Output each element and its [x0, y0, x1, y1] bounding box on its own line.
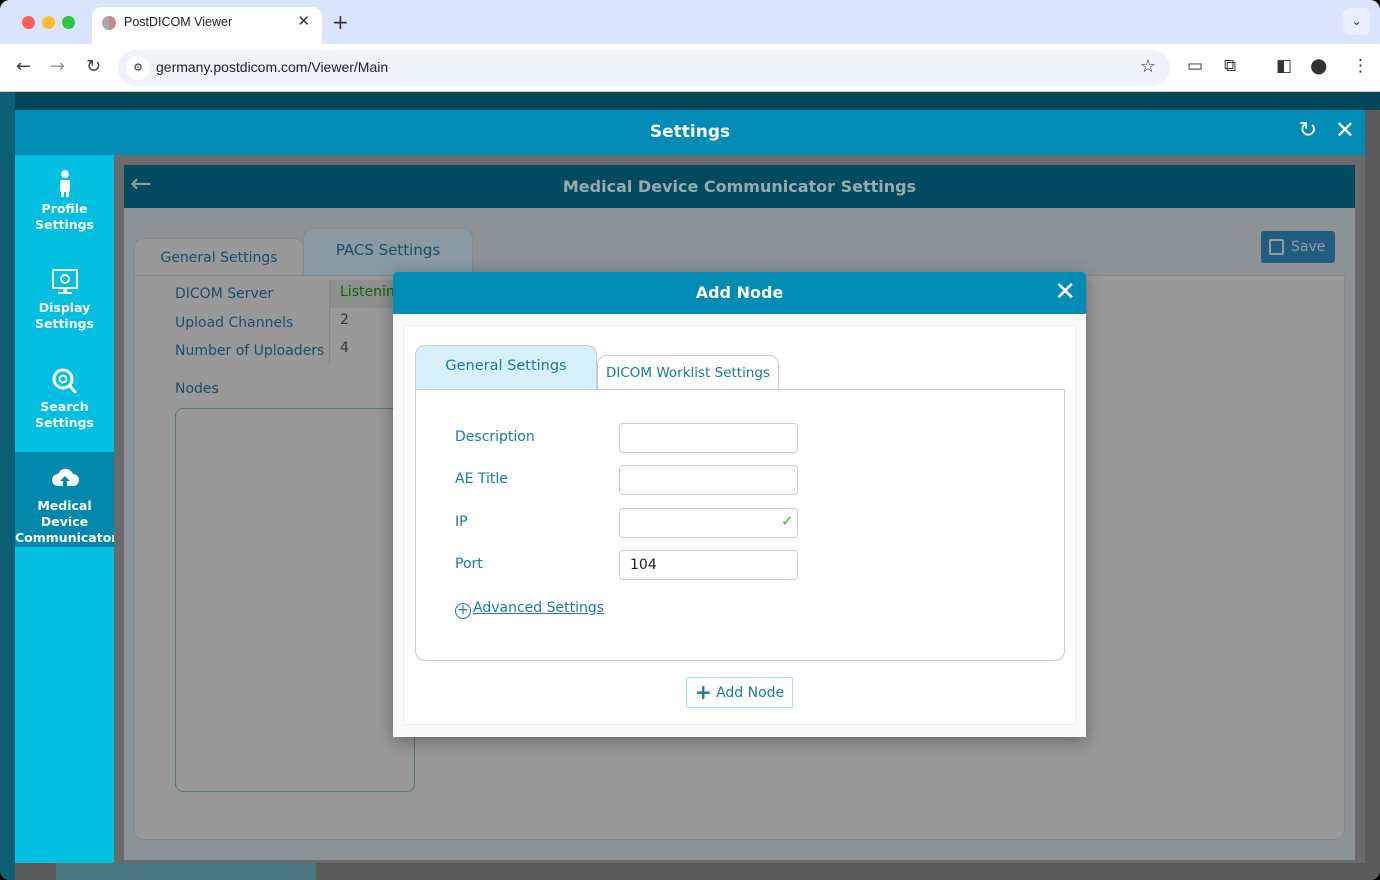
new-tab-button[interactable]: + [332, 10, 349, 34]
advanced-settings-link[interactable]: + Advanced Settings [455, 600, 604, 619]
dialog-header: Add Node ✕ [393, 272, 1086, 314]
sidebar-item-display[interactable]: Display Settings [15, 254, 114, 353]
dialog-title: Add Node [695, 283, 784, 302]
sidebar-label: Settings [34, 415, 94, 430]
sidebar-item-profile[interactable]: Profile Settings [15, 155, 114, 254]
description-label: Description [455, 429, 535, 445]
sidebar-label: Search [40, 399, 89, 414]
sidebar-label: Settings [34, 217, 94, 232]
browser-tab[interactable]: PostDICOM Viewer ✕ [92, 7, 322, 44]
plus-circle-icon: + [455, 603, 471, 619]
browser-toolbar: ← → ↻ ⚙ germany.postdicom.com/Viewer/Mai… [0, 44, 1380, 92]
sidebar-label: Medical Device [37, 498, 92, 529]
reload-icon[interactable]: ↻ [86, 56, 101, 77]
add-node-dialog: Add Node ✕ General Settings DICOM Workli… [393, 272, 1086, 737]
tab-dicom-worklist-settings[interactable]: DICOM Worklist Settings [597, 355, 779, 390]
save-label: Save [1291, 239, 1326, 255]
side-panel-icon[interactable]: ◧ [1276, 56, 1292, 76]
tab-title: PostDICOM Viewer [124, 15, 233, 29]
app-header-background [0, 92, 1380, 110]
tab-search-button[interactable]: ⌄ [1343, 8, 1370, 35]
sidebar-item-search[interactable]: Search Settings [15, 353, 114, 452]
valid-check-icon: ✓ [781, 512, 794, 530]
menu-icon[interactable]: ⋮ [1352, 56, 1369, 76]
reset-icon[interactable]: ↻ [1299, 118, 1317, 143]
ip-input[interactable] [619, 508, 798, 538]
tab-close-icon[interactable]: ✕ [297, 12, 310, 30]
uploaders-label: Number of Uploaders [175, 343, 325, 359]
close-window-button[interactable] [22, 16, 35, 29]
sidebar-label: Profile [41, 201, 88, 216]
sidebar-label: Settings [34, 316, 94, 331]
extensions-icon[interactable]: ⧉ [1224, 56, 1236, 76]
tab-general-settings[interactable]: General Settings [134, 238, 304, 276]
settings-sidebar: Profile Settings Display Settings Search… [15, 155, 118, 863]
settings-header: Settings ↻ ✕ [15, 110, 1365, 155]
dialog-close-icon[interactable]: ✕ [1054, 277, 1076, 307]
port-input[interactable] [619, 550, 798, 580]
bookmark-star-icon[interactable]: ☆ [1140, 56, 1156, 77]
sidebar-label: Communicator [15, 530, 118, 545]
description-input[interactable] [619, 423, 798, 453]
dicom-server-value: Listening [329, 280, 404, 308]
upload-channels-value[interactable]: 2 [329, 308, 399, 336]
floppy-disk-icon [1269, 239, 1284, 255]
nodes-list[interactable] [175, 408, 415, 792]
save-button[interactable]: Save [1261, 231, 1335, 263]
dicom-server-label: DICOM Server [175, 286, 274, 302]
minimize-window-button[interactable] [42, 16, 55, 29]
url-text[interactable]: germany.postdicom.com/Viewer/Main [156, 59, 388, 75]
person-icon [15, 169, 114, 201]
upload-channels-label: Upload Channels [175, 315, 294, 331]
plus-icon: + [694, 680, 712, 704]
maximize-window-button[interactable] [62, 16, 75, 29]
screenshot-icon[interactable]: ▭ [1187, 56, 1203, 76]
mdc-header: ← Medical Device Communicator Settings [124, 165, 1355, 208]
search-gear-icon [15, 367, 114, 399]
back-icon[interactable]: ← [16, 56, 31, 77]
dialog-body: General Settings DICOM Worklist Settings… [403, 325, 1076, 725]
tab-strip: PostDICOM Viewer ✕ + ⌄ [0, 0, 1380, 44]
monitor-gear-icon [15, 268, 114, 300]
ip-label: IP [455, 514, 468, 530]
app-bottom-background [56, 862, 316, 880]
uploaders-value[interactable]: 4 [329, 336, 399, 364]
nodes-label: Nodes [175, 381, 219, 397]
settings-close-icon[interactable]: ✕ [1335, 116, 1355, 144]
node-form: Description AE Title IP ✓ Port +Advanced… [415, 389, 1065, 661]
ae-title-input[interactable] [619, 465, 798, 495]
add-node-button[interactable]: + Add Node [686, 677, 793, 708]
profile-icon[interactable]: ● [1310, 53, 1327, 77]
tab-pacs-settings[interactable]: PACS Settings [303, 228, 473, 276]
sidebar-item-medical-device-communicator[interactable]: Medical Device Communicator [15, 452, 118, 547]
favicon-icon [102, 16, 116, 30]
browser-window: PostDICOM Viewer ✕ + ⌄ ← → ↻ ⚙ germany.p… [0, 0, 1380, 880]
mdc-title: Medical Device Communicator Settings [562, 177, 917, 196]
port-label: Port [455, 556, 483, 572]
cloud-upload-icon [15, 466, 114, 498]
advanced-settings-label[interactable]: Advanced Settings [473, 600, 604, 616]
settings-title: Settings [649, 122, 731, 142]
tab-node-general-settings[interactable]: General Settings [415, 345, 597, 390]
site-settings-icon[interactable]: ⚙ [126, 56, 150, 80]
forward-icon[interactable]: → [50, 56, 65, 77]
ae-title-label: AE Title [455, 471, 508, 487]
sidebar-label: Display [38, 300, 91, 315]
app-side-background [0, 92, 15, 880]
add-node-label: Add Node [716, 685, 785, 701]
address-bar[interactable]: ⚙ germany.postdicom.com/Viewer/Main ☆ [118, 50, 1170, 86]
